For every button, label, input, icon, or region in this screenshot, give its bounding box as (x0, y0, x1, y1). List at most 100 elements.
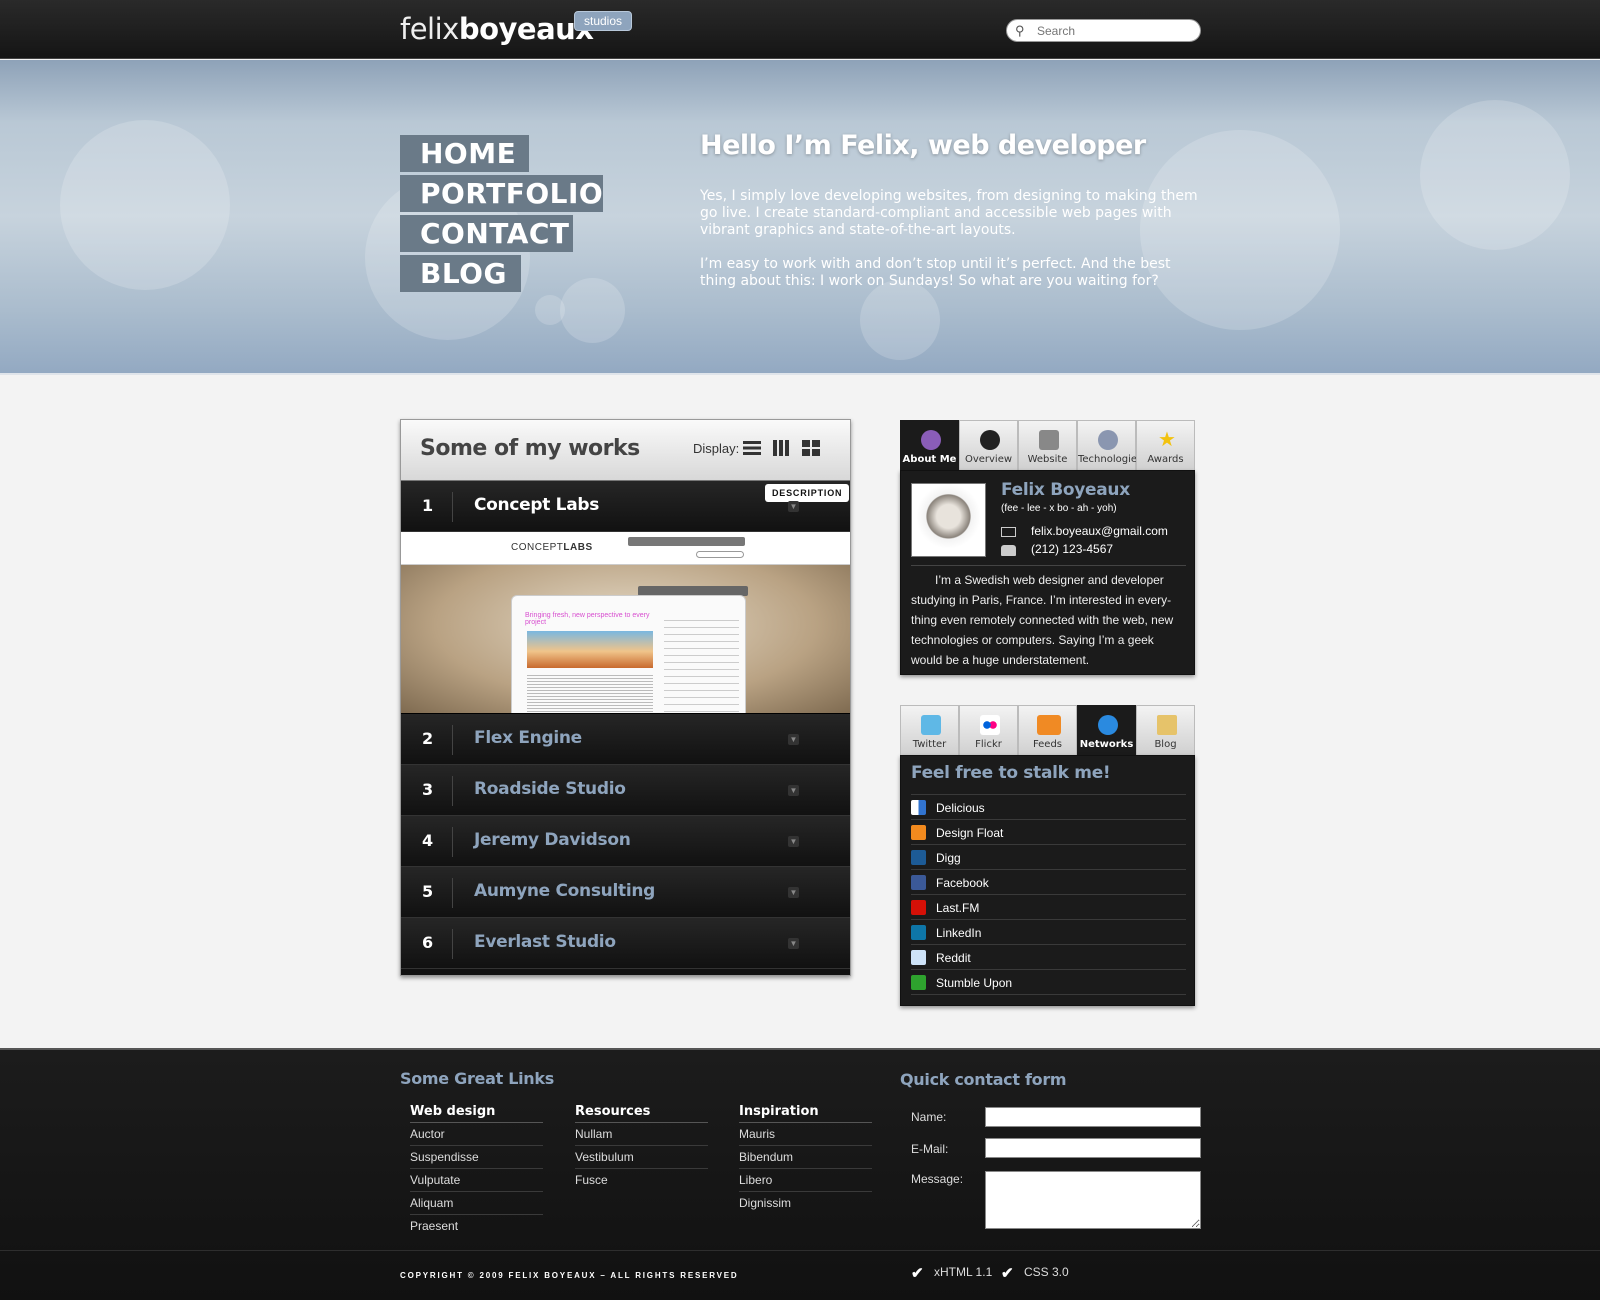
tab-label: About Me (902, 454, 957, 465)
list-view-icon[interactable] (742, 439, 762, 457)
copyright: COPYRIGHT © 2009 FELIX BOYEAUX – ALL RIG… (400, 1271, 739, 1280)
network-link[interactable]: Design Float (936, 826, 1003, 840)
footer-link[interactable]: Praesent (410, 1215, 543, 1238)
list-item[interactable]: Delicious (911, 795, 1186, 820)
hero-banner: HOME PORTFOLIO CONTACT BLOG Hello I’m Fe… (0, 60, 1600, 375)
work-item[interactable]: 2 Flex Engine ▼ (401, 714, 850, 765)
site-logo[interactable]: felixboyeaux (400, 12, 594, 46)
chevron-down-icon[interactable]: ▼ (788, 938, 799, 949)
nav-blog[interactable]: BLOG (400, 255, 521, 292)
profile-name: Felix Boyeaux (1001, 480, 1130, 500)
bokeh-decoration (860, 280, 940, 360)
link-column: Resources Nullam Vestibulum Fusce (575, 1099, 708, 1192)
network-link[interactable]: Last.FM (936, 901, 979, 915)
nav-portfolio[interactable]: PORTFOLIO (400, 175, 603, 212)
list-item[interactable]: Design Float (911, 820, 1186, 845)
networks-tab-box: Twitter Flickr Feeds Networks Blog Feel … (900, 705, 1195, 1006)
link-column: Inspiration Mauris Bibendum Libero Digni… (739, 1099, 872, 1215)
name-field[interactable] (985, 1107, 1201, 1127)
network-tabs: Twitter Flickr Feeds Networks Blog (900, 705, 1195, 755)
tab-website[interactable]: Website (1018, 420, 1077, 470)
list-item[interactable]: Digg (911, 845, 1186, 870)
network-link[interactable]: Stumble Upon (936, 976, 1012, 990)
tab-label: Website (1027, 454, 1068, 465)
footer-link[interactable]: Vestibulum (575, 1146, 708, 1169)
tab-twitter[interactable]: Twitter (900, 705, 959, 755)
tab-feeds[interactable]: Feeds (1018, 705, 1077, 755)
logo-light-text: felix (400, 12, 459, 46)
work-item[interactable]: 4 Jeremy Davidson ▼ (401, 816, 850, 867)
tab-networks[interactable]: Networks (1077, 705, 1136, 755)
column-title: Inspiration (739, 1099, 872, 1123)
footer-link[interactable]: Libero (739, 1169, 872, 1192)
networks-panel: Feel free to stalk me! Delicious Design … (900, 755, 1195, 1006)
network-link[interactable]: Delicious (936, 801, 985, 815)
column-view-icon[interactable] (771, 439, 791, 457)
divider (452, 725, 453, 755)
tab-overview[interactable]: Overview (959, 420, 1018, 470)
delicious-icon (911, 800, 926, 815)
work-item[interactable]: 3 Roadside Studio ▼ (401, 765, 850, 816)
chevron-down-icon[interactable]: ▼ (788, 887, 799, 898)
tab-label: Blog (1154, 739, 1177, 750)
tab-technologies[interactable]: Technologies (1077, 420, 1142, 470)
tab-label: Networks (1079, 739, 1134, 750)
description-badge[interactable]: DESCRIPTION (765, 484, 850, 502)
work-item[interactable]: 6 Everlast Studio ▼ (401, 918, 850, 969)
grid-view-icon[interactable] (801, 439, 821, 457)
search-input[interactable] (1037, 22, 1192, 39)
css-valid-link[interactable]: CSS 3.0 (1024, 1265, 1069, 1279)
footer-link[interactable]: Bibendum (739, 1146, 872, 1169)
network-link[interactable]: LinkedIn (936, 926, 981, 940)
footer-link[interactable]: Aliquam (410, 1192, 543, 1215)
network-link[interactable]: Reddit (936, 951, 971, 965)
tab-flickr[interactable]: Flickr (959, 705, 1018, 755)
footer-link[interactable]: Nullam (575, 1123, 708, 1146)
network-link[interactable]: Digg (936, 851, 961, 865)
chevron-down-icon[interactable]: ▼ (788, 836, 799, 847)
search-box[interactable]: ⚲ (1006, 19, 1201, 42)
tab-blog[interactable]: Blog (1136, 705, 1195, 755)
work-item[interactable]: 5 Aumyne Consulting ▼ (401, 867, 850, 918)
mail-icon (1001, 527, 1016, 537)
footer-link[interactable]: Dignissim (739, 1192, 872, 1215)
email-field[interactable] (985, 1138, 1201, 1158)
designfloat-icon (911, 825, 926, 840)
tab-label: Twitter (912, 739, 947, 750)
list-item[interactable]: LinkedIn (911, 920, 1186, 945)
network-list: Delicious Design Float Digg Facebook Las… (911, 794, 1186, 995)
chevron-down-icon[interactable]: ▼ (788, 785, 799, 796)
chevron-down-icon[interactable]: ▼ (788, 734, 799, 745)
email-link[interactable]: felix.boyeaux@gmail.com (1031, 524, 1168, 538)
search-icon: ⚲ (1015, 23, 1025, 38)
preview-search (696, 551, 744, 558)
tab-awards[interactable]: ★ Awards (1136, 420, 1195, 470)
pencil-icon (1157, 715, 1177, 735)
xhtml-valid-link[interactable]: xHTML 1.1 (934, 1265, 992, 1279)
check-icon: ✔ (1001, 1265, 1014, 1282)
bokeh-decoration (535, 295, 565, 325)
work-name: Everlast Studio (474, 932, 616, 952)
list-item[interactable]: Last.FM (911, 895, 1186, 920)
preview-headline: Bringing fresh, new perspective to every… (525, 612, 650, 626)
work-item[interactable]: 1 Concept Labs DESCRIPTION ▼ (401, 481, 850, 532)
network-link[interactable]: Facebook (936, 876, 989, 890)
preview-text (527, 673, 653, 713)
tab-about-me[interactable]: About Me (900, 420, 959, 470)
footer-link[interactable]: Mauris (739, 1123, 872, 1146)
chevron-down-icon[interactable]: ▼ (788, 501, 799, 512)
footer-link[interactable]: Vulputate (410, 1169, 543, 1192)
message-field[interactable] (985, 1171, 1201, 1229)
list-item[interactable]: Reddit (911, 945, 1186, 970)
list-item[interactable]: Facebook (911, 870, 1186, 895)
check-icon: ✔ (911, 1265, 924, 1282)
footer-link[interactable]: Fusce (575, 1169, 708, 1192)
nav-home[interactable]: HOME (400, 135, 529, 172)
list-item[interactable]: Stumble Upon (911, 970, 1186, 995)
nav-contact[interactable]: CONTACT (400, 215, 573, 252)
footer-link[interactable]: Auctor (410, 1123, 543, 1146)
footer-link[interactable]: Suspendisse (410, 1146, 543, 1169)
about-panel: Felix Boyeaux (fee - lee - x bo - ah - y… (900, 470, 1195, 675)
work-name: Flex Engine (474, 728, 582, 748)
tab-label: Flickr (975, 739, 1002, 750)
